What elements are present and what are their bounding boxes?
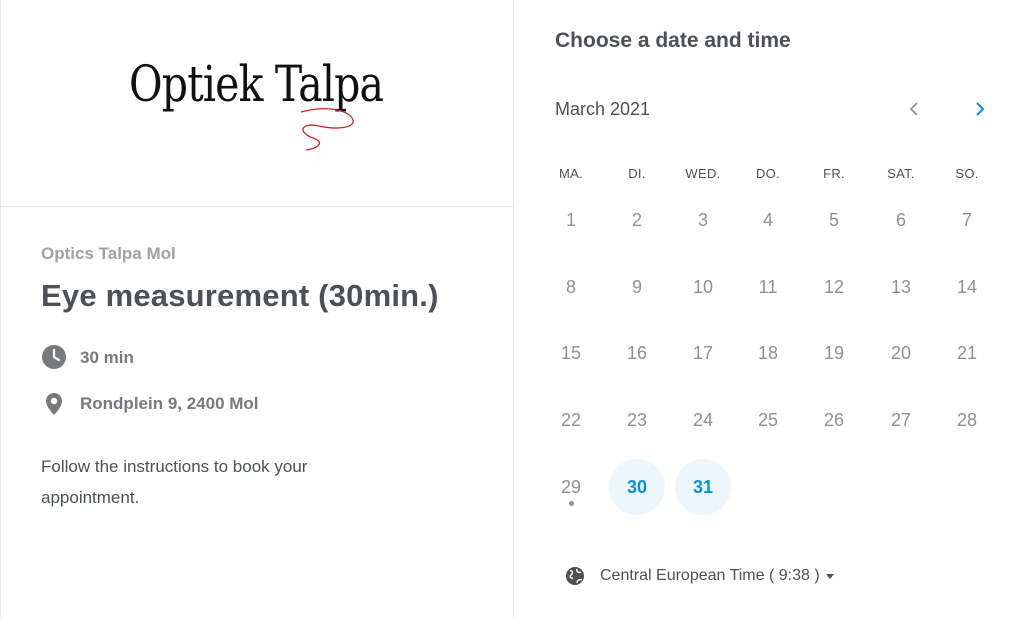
calendar-day: 20 [890,342,912,363]
calendar-day: 17 [692,342,714,363]
clock-icon [41,345,67,371]
map-pin-icon [41,391,67,417]
globe-icon [566,567,584,585]
timezone-selector[interactable]: Central European Time ( 9:38 ) [565,566,834,586]
weekday-header: WED. [685,166,721,181]
event-details-pane: Optiek Talpa Optics Talpa Mol Eye measur… [0,0,514,618]
calendar-day: 22 [560,409,582,430]
weekday-header: SAT. [887,166,915,181]
weekday-header: FR. [823,166,845,181]
calendar-day: 23 [626,409,648,430]
current-month: March 2021 [555,99,651,119]
calendar-day: 8 [565,276,576,297]
calendar-day: 15 [560,342,582,363]
duration-row: 30 min [41,345,134,371]
calendar-day: 26 [823,409,845,430]
calendar-day: 10 [692,276,714,297]
previous-month-button[interactable] [900,94,930,124]
weekday-header: DO. [755,166,780,181]
calendar-day: 1 [565,209,576,230]
organizer-name: Optics Talpa Mol [41,244,176,263]
calendar-day: 13 [890,276,912,297]
calendar-day: 29 [560,476,582,497]
event-description: Follow the instructions to book your app… [41,457,308,507]
calendar-day: 5 [828,209,839,230]
calendar-day: 12 [823,276,845,297]
chevron-left-icon [909,102,918,116]
calendar-day: 4 [762,209,773,230]
calendar-day: 14 [956,276,978,297]
calendar-day: 18 [757,342,779,363]
chevron-right-icon [976,102,985,116]
calendar-day: 7 [961,209,972,230]
calendar-day-available[interactable]: 30 [609,459,665,515]
next-month-button[interactable] [964,94,994,124]
calendar-day: 3 [697,209,708,230]
calendar-day: 16 [626,342,648,363]
calendar-day: 6 [895,209,906,230]
calendar-day: 11 [758,276,778,297]
duration-text: 30 min [80,348,134,367]
scheduler-pane: Choose a date and time March 2021 MA. DI.… [514,0,1024,618]
logo-swoosh-graphic [300,108,354,151]
calendar-day: 19 [823,342,845,363]
calendar-day: 27 [890,409,912,430]
location-text: Rondplein 9, 2400 Mol [80,394,259,413]
calendar-day: 2 [631,209,642,230]
logo-area: Optiek Talpa [1,0,514,207]
weekday-header: SO. [955,166,979,181]
calendar-day: 24 [692,409,714,430]
scheduler-heading: Choose a date and time [555,29,791,52]
calendar-day-available[interactable]: 31 [675,459,731,515]
calendar-day: 28 [956,409,978,430]
calendar-day: 21 [956,342,978,363]
calendar-day: 25 [757,409,779,430]
today-indicator [568,501,574,506]
location-row: Rondplein 9, 2400 Mol [41,391,259,417]
weekday-header: DI. [628,166,646,181]
timezone-text: Central European Time ( 9:38 ) [600,567,820,584]
calendar-day: 9 [631,276,642,297]
caret-down-icon [825,573,834,579]
weekday-header: MA. [558,166,583,181]
event-title: Eye measurement (30min.) [41,278,439,313]
